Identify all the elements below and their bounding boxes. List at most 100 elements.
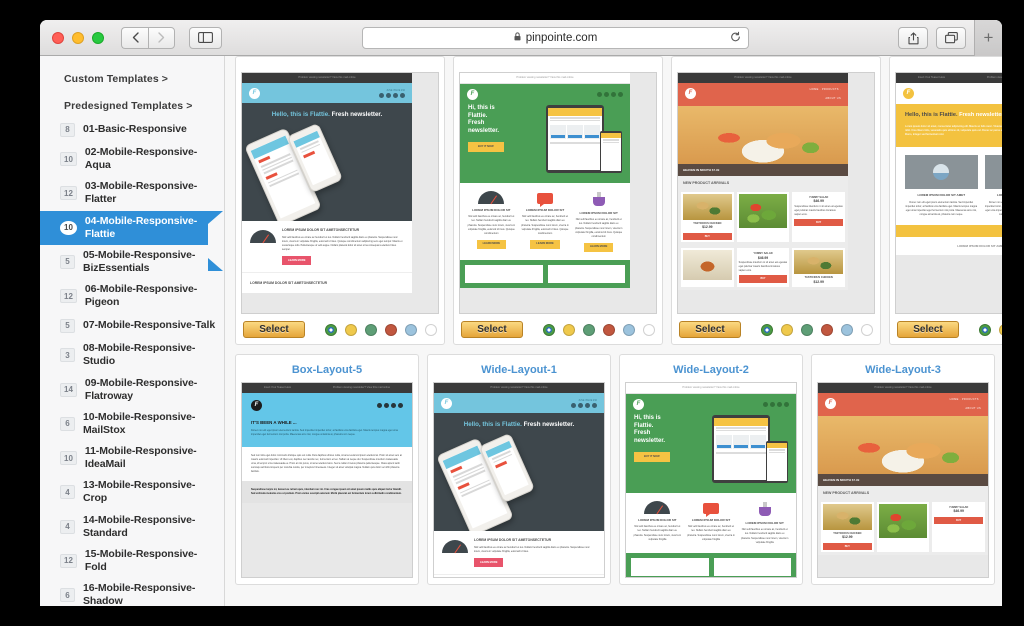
template-card[interactable]: Problem viewing newsletter? View this ma… <box>235 56 445 345</box>
sidebar-item-0[interactable]: 8 01-Basic-Responsive <box>40 117 224 142</box>
template-preview[interactable]: Problem viewing newsletter? View this ma… <box>433 382 605 578</box>
sidebar-heading-predesigned[interactable]: Predesigned Templates > <box>40 95 224 117</box>
color-swatch-3[interactable] <box>623 323 635 336</box>
social-icon[interactable] <box>393 93 398 99</box>
select-button[interactable]: Select <box>461 321 523 338</box>
share-icon[interactable] <box>898 27 928 49</box>
color-swatch-2[interactable] <box>821 323 833 336</box>
product-cell[interactable] <box>681 248 734 288</box>
template-preview[interactable]: Problem viewing newsletter? View this ma… <box>677 72 875 314</box>
template-preview[interactable]: Problem viewing newsletter? View this ma… <box>459 72 657 314</box>
template-preview[interactable]: Problem viewing newsletter? View this ma… <box>625 382 797 578</box>
template-card[interactable]: Wide-Layout-1 Problem viewing newsletter?… <box>427 354 611 585</box>
social-icon[interactable] <box>571 403 576 409</box>
social-icon[interactable] <box>585 403 590 409</box>
social-icon[interactable] <box>763 401 768 407</box>
social-icon[interactable] <box>386 93 391 99</box>
back-button[interactable] <box>121 26 148 49</box>
eye-preview-icon[interactable] <box>761 323 773 336</box>
social-icon[interactable] <box>770 401 775 407</box>
color-swatch-4[interactable] <box>861 323 873 336</box>
sidebar-item-12[interactable]: 4 14-Mobile-Responsive-Standard <box>40 510 224 544</box>
template-card[interactable]: Problem viewing newsletter? View this ma… <box>453 56 663 345</box>
buy-it-now-button[interactable]: BUY IT NOW <box>634 452 670 462</box>
eye-preview-icon[interactable] <box>543 323 555 336</box>
template-card[interactable]: Insert Your Teaser Here Problem viewing n… <box>889 56 1002 345</box>
sidebar-item-10[interactable]: 10 11-Mobile-Responsive-IdeaMail <box>40 441 224 475</box>
nav-links-secondary[interactable]: ABOUT US <box>810 97 841 101</box>
social-icon[interactable] <box>597 91 602 97</box>
template-card[interactable]: Wide-Layout-2 Problem viewing newsletter?… <box>619 354 803 585</box>
buy-button[interactable]: BUY <box>934 516 984 525</box>
sidebar-panel-icon[interactable] <box>189 26 222 49</box>
sidebar-item-13[interactable]: 12 15-Mobile-Responsive-Fold <box>40 544 224 578</box>
social-icon[interactable] <box>604 91 609 97</box>
template-card[interactable]: Wide-Layout-3 Problem viewing newsletter?… <box>811 354 995 585</box>
template-card[interactable]: Box-Layout-5 Insert Your Teaser Here Probl… <box>235 354 419 585</box>
social-icon[interactable] <box>400 93 405 99</box>
reload-icon[interactable] <box>730 31 741 46</box>
product-cell[interactable]: YUMMY SALAD $46.99 Suspendisse interdum ro… <box>792 191 846 243</box>
buy-button[interactable]: BUY <box>823 542 872 551</box>
color-swatch-0[interactable] <box>563 323 575 336</box>
color-swatch-4[interactable] <box>643 323 655 336</box>
social-icon[interactable] <box>379 93 384 99</box>
close-window-button[interactable] <box>52 31 64 44</box>
eye-preview-icon[interactable] <box>979 323 991 336</box>
color-swatch-0[interactable] <box>999 323 1002 336</box>
template-preview[interactable]: Problem viewing newsletter? View this ma… <box>817 382 989 578</box>
sidebar-item-14[interactable]: 6 16-Mobile-Responsive-Shadow <box>40 578 224 606</box>
sidebar-item-9[interactable]: 6 10-Mobile-Responsive-MailStox <box>40 407 224 441</box>
learn-more-button[interactable]: LEARN MORE <box>583 242 614 252</box>
product-cell[interactable]: TASTICIOUS CHICKEN $12.99 <box>792 248 846 288</box>
color-swatch-1[interactable] <box>583 323 595 336</box>
address-bar[interactable]: pinpointe.com <box>362 27 749 49</box>
sidebar-item-11[interactable]: 4 13-Mobile-Responsive-Crop <box>40 475 224 509</box>
product-cell[interactable]: YUMMY SALAD $46.99 BUY <box>932 501 986 553</box>
color-swatch-3[interactable] <box>405 323 417 336</box>
social-icon[interactable] <box>618 91 623 97</box>
sidebar-item-3[interactable]: 10 04-Mobile-Responsive-Flattie <box>40 210 223 272</box>
new-tab-button[interactable]: + <box>974 20 1002 56</box>
learn-more-button[interactable]: LEARN MORE <box>474 558 504 568</box>
select-button[interactable]: Select <box>679 321 741 338</box>
color-swatch-3[interactable] <box>841 323 853 336</box>
select-button[interactable]: Select <box>897 321 959 338</box>
template-preview[interactable]: Problem viewing newsletter? View this ma… <box>241 72 439 314</box>
buy-it-now-button[interactable]: BUY IT NOW <box>468 142 504 152</box>
product-cell[interactable]: YUMMY SALAD $46.99 Suspendisse interdum ro… <box>736 248 790 288</box>
learn-more-button[interactable]: LEARN MORE <box>282 256 312 266</box>
maximize-window-button[interactable] <box>92 31 104 44</box>
color-swatch-0[interactable] <box>345 323 357 336</box>
color-swatch-2[interactable] <box>385 323 397 336</box>
social-icon[interactable] <box>611 91 616 97</box>
nav-links[interactable]: HOME · PRODUCTS · <box>810 88 841 92</box>
buy-button[interactable]: BUY <box>683 232 732 241</box>
show-all-tabs-icon[interactable] <box>936 27 966 49</box>
product-cell[interactable]: TASTICIOUS CHICKEN $12.99 BUY <box>681 191 734 243</box>
select-button[interactable]: Select <box>243 321 305 338</box>
eye-preview-icon[interactable] <box>325 323 337 336</box>
minimize-window-button[interactable] <box>72 31 84 44</box>
color-swatch-1[interactable] <box>365 323 377 336</box>
template-card[interactable]: Problem viewing newsletter? View this ma… <box>671 56 881 345</box>
color-swatch-0[interactable] <box>781 323 793 336</box>
social-icon[interactable] <box>384 402 389 408</box>
template-preview[interactable]: Insert Your Teaser Here Problem viewing n… <box>241 382 413 578</box>
sidebar-item-5[interactable]: 12 06-Mobile-Responsive-Pigeon <box>40 279 224 313</box>
social-icon[interactable] <box>391 402 396 408</box>
social-icon[interactable] <box>777 401 782 407</box>
social-icon[interactable] <box>398 402 403 408</box>
social-icon[interactable] <box>377 402 382 408</box>
nav-links[interactable]: HOME · PRODUCTS · <box>950 398 981 402</box>
product-cell[interactable] <box>736 191 790 243</box>
forward-button[interactable] <box>148 26 175 49</box>
product-cell[interactable]: TASTICIOUS CHICKEN $12.99 BUY <box>821 501 874 553</box>
buy-button[interactable]: BUY <box>738 275 788 284</box>
color-swatch-2[interactable] <box>603 323 615 336</box>
nav-links-secondary[interactable]: ABOUT US <box>950 407 981 411</box>
color-swatch-1[interactable] <box>801 323 813 336</box>
sidebar-item-6[interactable]: 5 07-Mobile-Responsive-Talk <box>40 313 224 338</box>
sidebar-heading-custom[interactable]: Custom Templates > <box>40 68 224 90</box>
learn-more-button[interactable]: LEARN MORE <box>476 239 507 249</box>
